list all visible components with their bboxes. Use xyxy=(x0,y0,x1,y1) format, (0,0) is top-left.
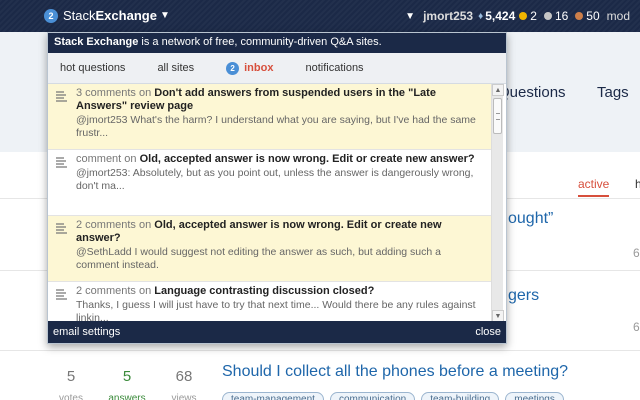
bronze-badge-count: 50 xyxy=(586,9,600,23)
nav-questions[interactable]: Questions xyxy=(498,84,566,101)
scrollbar[interactable]: ▲ ▼ xyxy=(491,84,504,322)
inbox-item-header: 3 comments on Don't add answers from sus… xyxy=(76,87,436,112)
comment-icon xyxy=(56,157,67,168)
tab-inbox[interactable]: 2 inbox xyxy=(226,61,274,75)
close-link[interactable]: close xyxy=(475,326,501,338)
tab-hot-questions[interactable]: hot questions xyxy=(60,62,125,74)
tag[interactable]: communication xyxy=(329,392,416,400)
logo-text-stack: Stack xyxy=(63,8,96,23)
inbox-item[interactable]: comment on Old, accepted answer is now w… xyxy=(48,150,492,216)
tag[interactable]: team-management xyxy=(222,392,324,400)
comment-icon xyxy=(56,223,67,234)
votes-stat: 5 votes xyxy=(59,368,83,400)
dropdown-tabs: hot questions all sites 2 inbox notifica… xyxy=(48,53,506,84)
mod-link[interactable]: mod xyxy=(607,9,630,23)
question-title-partial[interactable]: ought” xyxy=(508,210,553,228)
silver-badge-count: 16 xyxy=(554,9,569,23)
comment-icon xyxy=(56,91,67,102)
reputation[interactable]: 5,424 xyxy=(485,9,515,23)
inbox-item-excerpt: @SethLadd I would suggest not editing th… xyxy=(76,246,441,271)
dropdown-footer: email settings close xyxy=(48,321,506,343)
gold-badge-icon xyxy=(519,12,528,20)
views-stat: 68 views xyxy=(171,368,197,400)
stackexchange-menu-button[interactable]: 2 Stack Exchange ▼ xyxy=(44,8,170,23)
tab-inbox-label: inbox xyxy=(244,62,274,74)
inbox-count-badge: 2 xyxy=(226,61,240,75)
tag[interactable]: team-building xyxy=(421,392,500,400)
comment-icon xyxy=(56,289,67,300)
inbox-item-excerpt: Thanks, I guess I will just have to try … xyxy=(76,299,476,322)
inbox-count-badge: 2 xyxy=(44,8,58,23)
chevron-down-icon[interactable]: ▼ xyxy=(405,11,415,22)
question-title-partial[interactable]: gers xyxy=(508,287,539,305)
question-stat-partial: 6 xyxy=(633,320,640,334)
username-link[interactable]: jmort253 xyxy=(423,9,473,23)
gold-badge-count: 2 xyxy=(530,9,537,23)
tagline-bold[interactable]: Stack Exchange xyxy=(54,36,138,48)
tab-hot[interactable]: h xyxy=(635,177,640,191)
inbox-list: 3 comments on Don't add answers from sus… xyxy=(48,84,492,322)
silver-badge-icon xyxy=(543,12,552,20)
tagline-rest: is a network of free, community-driven Q… xyxy=(138,36,382,48)
inbox-item-header: 2 comments on Old, accepted answer is no… xyxy=(76,219,442,244)
tab-active[interactable]: active xyxy=(578,177,610,197)
inbox-item[interactable]: 2 comments on Old, accepted answer is no… xyxy=(48,216,492,282)
divider xyxy=(0,350,640,351)
logo-text-exchange: Exchange xyxy=(95,8,157,23)
inbox-item-header: comment on Old, accepted answer is now w… xyxy=(76,153,475,165)
stackexchange-dropdown: Stack Exchange is a network of free, com… xyxy=(47,32,507,344)
tab-all-sites[interactable]: all sites xyxy=(157,62,194,74)
nav-tags[interactable]: Tags xyxy=(597,84,629,101)
inbox-item[interactable]: 2 comments on Language contrasting discu… xyxy=(48,282,492,322)
tag-list: team-management communication team-build… xyxy=(222,392,564,400)
user-bar: ▼ jmort253 ♦ 5,424 2 16 50 mod xyxy=(405,9,630,23)
bronze-badge-icon xyxy=(575,12,584,20)
chevron-down-icon: ▼ xyxy=(159,10,170,21)
tag[interactable]: meetings xyxy=(505,392,564,400)
answers-stat: 5 answers xyxy=(108,368,146,400)
question-title[interactable]: Should I collect all the phones before a… xyxy=(222,363,568,381)
inbox-item[interactable]: 3 comments on Don't add answers from sus… xyxy=(48,84,492,150)
moderator-diamond-icon: ♦ xyxy=(478,10,484,22)
scroll-thumb[interactable] xyxy=(493,98,502,134)
tab-notifications[interactable]: notifications xyxy=(305,62,363,74)
inbox-item-excerpt: @jmort253: Absolutely, but as you point … xyxy=(76,167,474,192)
email-settings-link[interactable]: email settings xyxy=(53,326,120,338)
top-bar: 2 Stack Exchange ▼ ▼ jmort253 ♦ 5,424 2 1… xyxy=(0,0,640,32)
scroll-up-icon[interactable]: ▲ xyxy=(492,84,504,96)
inbox-item-header: 2 comments on Language contrasting discu… xyxy=(76,285,375,297)
inbox-item-excerpt: @jmort253 What's the harm? I understand … xyxy=(76,114,476,139)
question-stat-partial: 6 xyxy=(633,246,640,260)
network-tagline: Stack Exchange is a network of free, com… xyxy=(48,33,506,53)
